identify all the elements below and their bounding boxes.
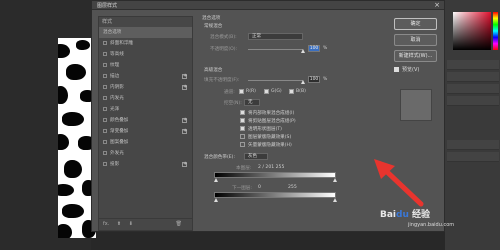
baidu-jingyan-watermark: Baidu 经验 xyxy=(380,210,431,220)
watermark-url: jingyan.baidu.com xyxy=(408,222,455,228)
